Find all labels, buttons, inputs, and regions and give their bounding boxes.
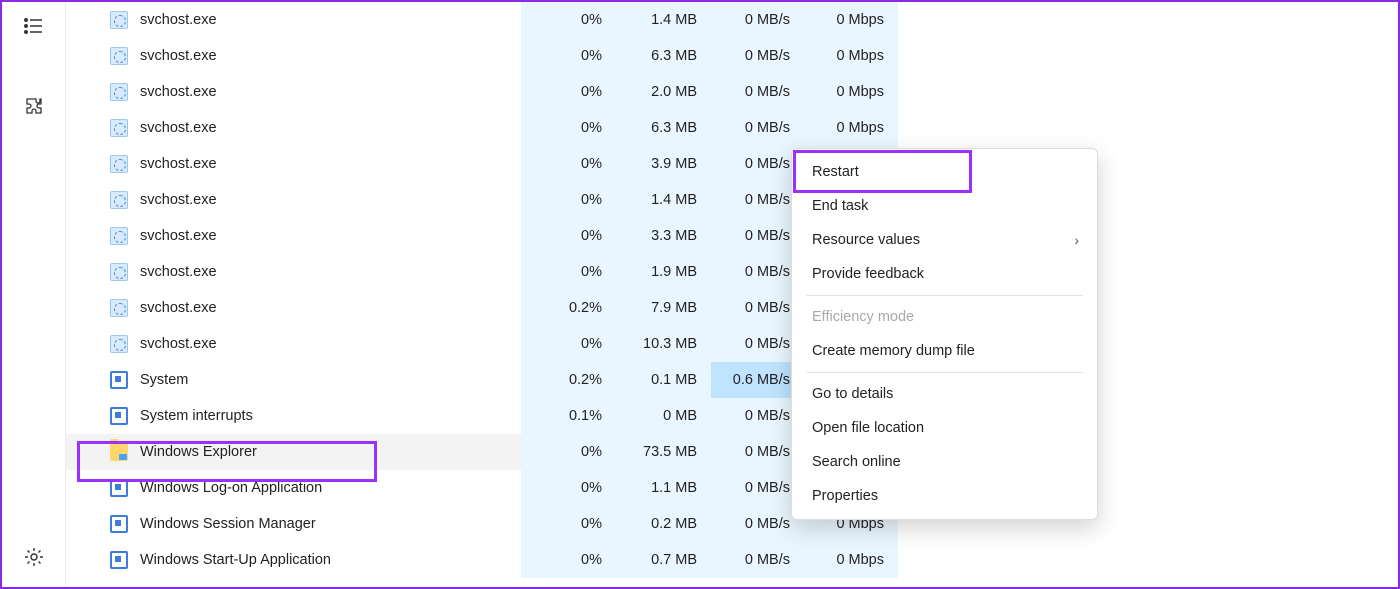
- system-icon: [110, 515, 128, 533]
- process-name: Windows Start-Up Application: [110, 552, 331, 568]
- table-row[interactable]: Windows Log-on Application0%1.1 MB0 MB/s…: [66, 470, 898, 506]
- menu-create-dump[interactable]: Create memory dump file: [798, 334, 1091, 368]
- cell-cpu: 0%: [521, 254, 616, 290]
- cell-disk: 0 MB/s: [711, 110, 804, 146]
- cell-mem: 0 MB: [616, 398, 711, 434]
- cell-mem: 6.3 MB: [616, 38, 711, 74]
- cell-cpu: 0%: [521, 506, 616, 542]
- cell-mem: 0.2 MB: [616, 506, 711, 542]
- context-menu: Restart End task Resource values› Provid…: [791, 148, 1098, 520]
- menu-properties[interactable]: Properties: [798, 479, 1091, 513]
- table-row[interactable]: Windows Start-Up Application 0%0.7 MB0 MB…: [66, 542, 898, 578]
- service-icon: [110, 227, 128, 245]
- cell-disk: 0 MB/s: [711, 542, 804, 578]
- cell-mem: 1.1 MB: [616, 470, 711, 506]
- cell-cpu: 0%: [521, 74, 616, 110]
- cell-mem: 6.3 MB: [616, 110, 711, 146]
- service-icon: [110, 83, 128, 101]
- process-name: Windows Log-on Application: [110, 480, 322, 496]
- process-name: Windows Explorer: [110, 444, 257, 460]
- system-icon: [110, 551, 128, 569]
- process-list: svchost.exe0%1.4 MB0 MB/s0 Mbpssvchost.e…: [66, 2, 1398, 587]
- service-icon: [110, 47, 128, 65]
- menu-restart[interactable]: Restart: [798, 155, 1091, 189]
- service-icon: [110, 191, 128, 209]
- extensions-icon[interactable]: [14, 86, 54, 126]
- cell-cpu: 0%: [521, 434, 616, 470]
- cell-mem: 1.4 MB: [616, 2, 711, 38]
- cell-net: 0 Mbps: [804, 542, 898, 578]
- cell-cpu: 0%: [521, 542, 616, 578]
- cell-disk: 0 MB/s: [711, 74, 804, 110]
- system-icon: [110, 479, 128, 497]
- menu-efficiency-mode: Efficiency mode: [798, 300, 1091, 334]
- table-row[interactable]: svchost.exe0%6.3 MB0 MB/s0 Mbps: [66, 110, 898, 146]
- table-row[interactable]: svchost.exe0%2.0 MB0 MB/s0 Mbps: [66, 74, 898, 110]
- table-row[interactable]: System interrupts0.1%0 MB0 MB/s0 Mbps: [66, 398, 898, 434]
- cell-net: 0 Mbps: [804, 2, 898, 38]
- folder-icon: [110, 443, 128, 461]
- cell-mem: 1.4 MB: [616, 182, 711, 218]
- cell-cpu: 0.2%: [521, 290, 616, 326]
- cell-cpu: 0%: [521, 326, 616, 362]
- service-icon: [110, 119, 128, 137]
- cell-cpu: 0%: [521, 110, 616, 146]
- menu-open-file-location[interactable]: Open file location: [798, 411, 1091, 445]
- cell-mem: 10.3 MB: [616, 326, 711, 362]
- cell-cpu: 0%: [521, 2, 616, 38]
- table-row[interactable]: svchost.exe0%1.9 MB0 MB/s0 Mbps: [66, 254, 898, 290]
- cell-disk: 0 MB/s: [711, 2, 804, 38]
- cell-net: 0 Mbps: [804, 74, 898, 110]
- cell-mem: 2.0 MB: [616, 74, 711, 110]
- service-icon: [110, 155, 128, 173]
- table-row[interactable]: svchost.exe0%3.9 MB0 MB/s0 Mbps: [66, 146, 898, 182]
- service-icon: [110, 299, 128, 317]
- table-row[interactable]: svchost.exe0%1.4 MB0 MB/s0 Mbps: [66, 182, 898, 218]
- system-icon: [110, 371, 128, 389]
- table-row[interactable]: System0.2%0.1 MB0.6 MB/s0 Mbps: [66, 362, 898, 398]
- table-row[interactable]: Windows Explorer0%73.5 MB0 MB/s0 Mbps: [66, 434, 898, 470]
- menu-end-task[interactable]: End task: [798, 189, 1091, 223]
- table-row[interactable]: svchost.exe0%6.3 MB0 MB/s0 Mbps: [66, 38, 898, 74]
- menu-go-to-details[interactable]: Go to details: [798, 377, 1091, 411]
- process-table: svchost.exe0%1.4 MB0 MB/s0 Mbpssvchost.e…: [66, 2, 898, 578]
- table-row[interactable]: svchost.exe0%1.4 MB0 MB/s0 Mbps: [66, 2, 898, 38]
- table-row[interactable]: svchost.exe0%10.3 MB0 MB/s0 Mbps: [66, 326, 898, 362]
- service-icon: [110, 11, 128, 29]
- cell-mem: 3.9 MB: [616, 146, 711, 182]
- cell-disk: 0 MB/s: [711, 38, 804, 74]
- system-icon: [110, 407, 128, 425]
- cell-mem: 7.9 MB: [616, 290, 711, 326]
- menu-provide-feedback[interactable]: Provide feedback: [798, 257, 1091, 291]
- service-icon: [110, 263, 128, 281]
- cell-cpu: 0%: [521, 470, 616, 506]
- process-name: Windows Session Manager: [110, 516, 316, 532]
- menu-resource-values[interactable]: Resource values›: [798, 223, 1091, 257]
- cell-cpu: 0.2%: [521, 362, 616, 398]
- cell-cpu: 0%: [521, 38, 616, 74]
- cell-mem: 73.5 MB: [616, 434, 711, 470]
- table-row[interactable]: svchost.exe0%3.3 MB0 MB/s0 Mbps: [66, 218, 898, 254]
- table-row[interactable]: svchost.exe0.2%7.9 MB0 MB/s0 Mbps: [66, 290, 898, 326]
- cell-mem: 3.3 MB: [616, 218, 711, 254]
- left-sidebar: [2, 2, 66, 587]
- cell-cpu: 0.1%: [521, 398, 616, 434]
- cell-mem: 1.9 MB: [616, 254, 711, 290]
- table-row[interactable]: Windows Session Manager0%0.2 MB0 MB/s0 M…: [66, 506, 898, 542]
- settings-icon[interactable]: [14, 537, 54, 577]
- service-icon: [110, 335, 128, 353]
- menu-search-online[interactable]: Search online: [798, 445, 1091, 479]
- chevron-right-icon: ›: [1074, 232, 1079, 248]
- cell-net: 0 Mbps: [804, 38, 898, 74]
- cell-net: 0 Mbps: [804, 110, 898, 146]
- list-view-icon[interactable]: [14, 6, 54, 46]
- cell-cpu: 0%: [521, 182, 616, 218]
- cell-cpu: 0%: [521, 218, 616, 254]
- cell-mem: 0.1 MB: [616, 362, 711, 398]
- cell-cpu: 0%: [521, 146, 616, 182]
- cell-mem: 0.7 MB: [616, 542, 711, 578]
- process-name: System interrupts: [110, 408, 253, 424]
